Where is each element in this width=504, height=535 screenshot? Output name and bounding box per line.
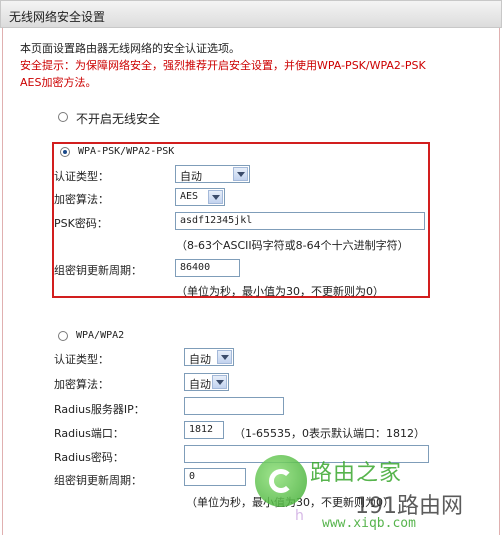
page-title: 无线网络安全设置 <box>9 10 106 24</box>
wpa-psk-rekey-hint: （单位为秒，最小值为30，不更新则为0） <box>176 285 384 298</box>
radio-no-security-label: 不开启无线安全 <box>76 112 161 126</box>
wpa-psk-encryption-label: 加密算法： <box>54 193 109 206</box>
wpa-psk-auth-type-select[interactable]: 自动 <box>175 165 250 183</box>
radius-ip-label: Radius服务器IP： <box>54 403 145 416</box>
watermark-brand: 路由之家 <box>310 461 403 486</box>
section-title-bar: 无线网络安全设置 <box>0 0 502 28</box>
wpa-auth-type-label: 认证类型： <box>54 353 109 366</box>
watermark-fragment: h <box>295 508 304 524</box>
wpa-psk-auth-type-label: 认证类型： <box>54 170 109 183</box>
radius-port-hint: （1-65535，0表示默认端口：1812） <box>234 427 425 440</box>
wpa-psk-auth-type-value: 自动 <box>180 170 202 183</box>
intro-description: 本页面设置路由器无线网络的安全认证选项。 <box>20 42 240 55</box>
wpa-auth-type-value: 自动 <box>189 353 211 366</box>
wpa-encryption-select[interactable]: 自动 <box>184 373 229 391</box>
watermark-url: www.xiqb.com <box>322 516 416 531</box>
radius-port-input[interactable]: 1812 <box>184 421 224 439</box>
wpa-psk-encryption-value: AES <box>180 191 199 202</box>
wpa-rekey-label: 组密钥更新周期： <box>54 474 142 487</box>
wpa-encryption-value: 自动 <box>189 378 211 391</box>
wpa-auth-type-select[interactable]: 自动 <box>184 348 234 366</box>
wpa-rekey-input[interactable]: 0 <box>184 468 246 486</box>
wpa-psk-encryption-select[interactable]: AES <box>175 188 225 206</box>
radius-port-label: Radius端口： <box>54 427 124 440</box>
radio-wpa[interactable] <box>58 331 68 341</box>
intro-text: 本页面设置路由器无线网络的安全认证选项。 安全提示：为保障网络安全，强烈推荐开启… <box>20 40 440 91</box>
wpa-psk-password-input[interactable]: asdf12345jkl <box>175 212 425 230</box>
chevron-down-icon <box>208 190 223 204</box>
chevron-down-icon <box>212 375 227 389</box>
security-warning: 安全提示：为保障网络安全，强烈推荐开启安全设置，并使用WPA-PSK/WPA2-… <box>20 59 426 89</box>
radio-wpa-psk-label: WPA-PSK/WPA2-PSK <box>78 146 175 157</box>
radius-password-label: Radius密码： <box>54 451 124 464</box>
wpa-psk-rekey-input[interactable]: 86400 <box>175 259 240 277</box>
chevron-down-icon <box>217 350 232 364</box>
wpa-psk-rekey-label: 组密钥更新周期： <box>54 264 142 277</box>
chevron-down-icon <box>233 167 248 181</box>
radius-ip-input[interactable] <box>184 397 284 415</box>
wpa-psk-password-label: PSK密码： <box>54 217 108 230</box>
radio-no-security[interactable] <box>58 112 68 122</box>
radio-wpa-label: WPA/WPA2 <box>76 330 125 341</box>
watermark-logo-icon <box>255 455 307 507</box>
wpa-encryption-label: 加密算法： <box>54 378 109 391</box>
wpa-psk-password-hint: （8-63个ASCII码字符或8-64个十六进制字符） <box>176 239 409 252</box>
radio-wpa-psk[interactable] <box>60 147 70 157</box>
